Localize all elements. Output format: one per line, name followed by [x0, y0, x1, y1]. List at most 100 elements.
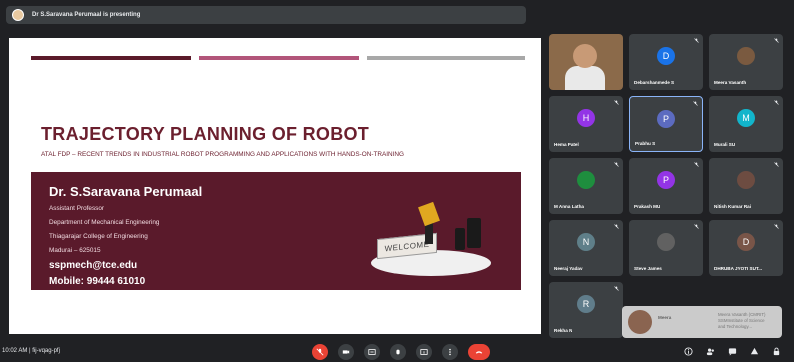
- participant-avatar: [737, 47, 755, 65]
- participant-name: Rekha N: [554, 328, 573, 333]
- side-panel-controls: [682, 345, 782, 357]
- participant-avatar: [657, 233, 675, 251]
- mic-muted-icon: [774, 224, 779, 229]
- present-button[interactable]: [416, 344, 432, 360]
- participant-avatar: M: [737, 109, 755, 127]
- slide-header-bars: [31, 56, 525, 60]
- mic-muted-icon: [774, 38, 779, 43]
- participant-avatar: D: [737, 233, 755, 251]
- participant-avatar: N: [577, 233, 595, 251]
- mic-muted-icon: [774, 162, 779, 167]
- chat-icon: [728, 347, 737, 356]
- participant-tile[interactable]: R Rekha N: [549, 282, 623, 338]
- mic-muted-icon: [614, 224, 619, 229]
- people-button[interactable]: [704, 345, 716, 357]
- mic-off-icon: [316, 348, 324, 356]
- mic-muted-icon: [694, 162, 699, 167]
- participant-tile[interactable]: M Anna Latha: [549, 158, 623, 214]
- mic-muted-icon: [614, 162, 619, 167]
- participant-name: Hema Patel: [554, 142, 579, 147]
- shared-slide: TRAJECTORY PLANNING OF ROBOT ATAL FDP – …: [9, 38, 541, 334]
- participant-tile[interactable]: Steve James: [629, 220, 703, 276]
- people-icon: [706, 347, 715, 356]
- presenter-avatar: [12, 9, 24, 21]
- speaker-mobile: Mobile: 99444 61010: [49, 276, 146, 287]
- end-call-icon: [475, 348, 483, 356]
- more-icon: [446, 348, 454, 356]
- participant-video-face: [573, 44, 597, 68]
- speaker-box-small-icon: [455, 228, 465, 250]
- call-controls: [312, 344, 490, 360]
- slide-subtitle: ATAL FDP – RECENT TRENDS IN INDUSTRIAL R…: [41, 151, 405, 158]
- participant-tile[interactable]: P Prakash MU: [629, 158, 703, 214]
- participant-avatar: [737, 171, 755, 189]
- camera-toggle-button[interactable]: [338, 344, 354, 360]
- speaker-box-icon: [467, 218, 481, 248]
- mic-muted-icon: [774, 100, 779, 105]
- participant-grid: D Debarshanmede S Meera Vasanth H Hema Patel…: [549, 34, 785, 340]
- more-options-button[interactable]: [442, 344, 458, 360]
- participant-tile[interactable]: D Debarshanmede S: [629, 34, 703, 90]
- meeting-details-button[interactable]: [682, 345, 694, 357]
- mic-toggle-button[interactable]: [312, 344, 328, 360]
- camera-icon: [342, 348, 350, 356]
- participant-name: DHRUBA JYOTI SUT...: [714, 266, 763, 271]
- speaker-designation: Assistant Professor: [49, 205, 105, 212]
- participant-tile[interactable]: M Murali SU: [709, 96, 783, 152]
- participant-name: Murali SU: [714, 142, 736, 147]
- top-bar: Dr S.Saravana Perumaal is presenting: [0, 0, 794, 28]
- captions-button[interactable]: [364, 344, 380, 360]
- mic-muted-icon: [614, 286, 619, 291]
- chat-button[interactable]: [726, 345, 738, 357]
- toast-name: Meera: [658, 315, 672, 320]
- participant-name: Meera Vasanth: [714, 80, 747, 85]
- speaker-email: sspmech@tce.edu: [49, 260, 138, 271]
- mic-muted-icon: [694, 224, 699, 229]
- captions-icon: [368, 348, 376, 356]
- participant-avatar: P: [657, 171, 675, 189]
- participant-name: Debarshanmede S: [634, 80, 675, 85]
- participant-tile[interactable]: D DHRUBA JYOTI SUT...: [709, 220, 783, 276]
- speaker-panel: Dr. S.Saravana Perumaal Assistant Profes…: [31, 172, 521, 290]
- raise-hand-button[interactable]: [390, 344, 406, 360]
- participant-tile[interactable]: P Prabhu S: [629, 96, 703, 152]
- speaker-department: Department of Mechanical Engineering: [49, 219, 160, 226]
- participant-name: Neeraj Yadav: [554, 266, 583, 271]
- participant-avatar: H: [577, 109, 595, 127]
- header-bar-3: [367, 56, 525, 60]
- end-call-button[interactable]: [468, 344, 490, 360]
- present-icon: [420, 348, 428, 356]
- activities-button[interactable]: [748, 345, 760, 357]
- toast-avatar: [628, 310, 652, 334]
- toast-message: Meera Vasanth (CMRIT) SSMInstitute of Sc…: [718, 312, 766, 329]
- participant-tile[interactable]: Nitish Kumar Rai: [709, 158, 783, 214]
- participant-avatar: P: [657, 110, 675, 128]
- participant-name: Steve James: [634, 266, 662, 271]
- participant-name: Prakash MU: [634, 204, 661, 209]
- lock-icon: [772, 347, 781, 356]
- slide-title: TRAJECTORY PLANNING OF ROBOT: [41, 124, 370, 144]
- robot-illustration: WELCOME: [371, 190, 491, 280]
- speaker-city: Madurai – 625015: [49, 247, 101, 254]
- participant-avatar: [577, 171, 595, 189]
- speaker-college: Thiagarajar College of Engineering: [49, 233, 148, 240]
- host-controls-button[interactable]: [770, 345, 782, 357]
- header-bar-2: [199, 56, 359, 60]
- participant-avatar: R: [577, 295, 595, 313]
- participant-avatar: D: [657, 47, 675, 65]
- participant-tile[interactable]: N Neeraj Yadav: [549, 220, 623, 276]
- presenting-banner[interactable]: Dr S.Saravana Perumaal is presenting: [6, 6, 526, 24]
- participant-name: Nitish Kumar Rai: [714, 204, 752, 209]
- join-notification[interactable]: Meera Meera Vasanth (CMRIT) SSMInstitute…: [622, 306, 782, 338]
- mic-muted-icon: [693, 101, 698, 106]
- mic-muted-icon: [614, 100, 619, 105]
- robot-arm-icon: [418, 198, 440, 244]
- info-icon: [683, 346, 693, 356]
- participant-tile[interactable]: H Hema Patel: [549, 96, 623, 152]
- activities-icon: [750, 347, 759, 356]
- participant-tile[interactable]: Meera Vasanth: [709, 34, 783, 90]
- mic-muted-icon: [694, 38, 699, 43]
- header-bar-1: [31, 56, 191, 60]
- meeting-info: 10:02 AM | fij-vqag-pfj: [2, 348, 60, 354]
- participant-tile[interactable]: [549, 34, 623, 90]
